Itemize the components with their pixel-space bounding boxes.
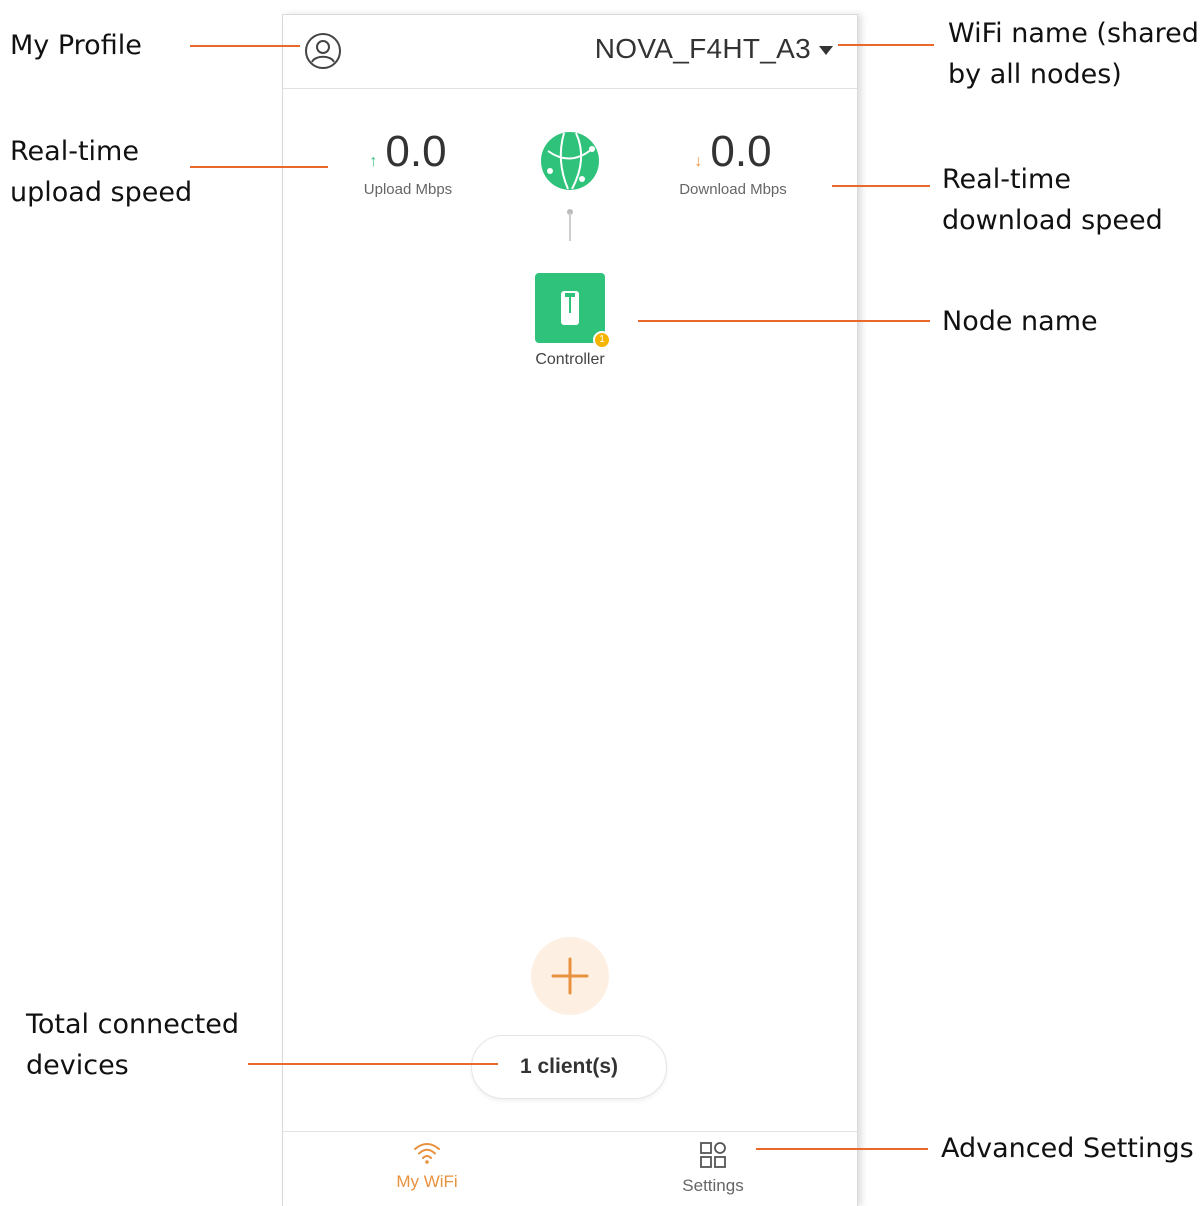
callout-wifi-name: WiFi name (shared by all nodes) [948, 13, 1199, 95]
link-line [569, 213, 571, 241]
callout-upload-line1: Real-time [10, 136, 139, 167]
tab-settings-label: Settings [682, 1176, 744, 1195]
callout-total-line1: Total connected [26, 1009, 240, 1040]
internet-globe-icon [541, 132, 599, 190]
callout-download: Real-time download speed [942, 159, 1163, 241]
arrow-up-icon: ↑ [369, 153, 378, 170]
callout-total-devices: Total connected devices [26, 1004, 239, 1086]
leader-advanced [756, 1148, 928, 1150]
add-node-button[interactable] [531, 937, 609, 1015]
leader-my-profile [190, 45, 300, 47]
chevron-down-icon [819, 45, 833, 55]
wifi-name: NOVA_F4HT_A3 [594, 33, 811, 64]
callout-node-name: Node name [942, 306, 1098, 337]
top-bar: NOVA_F4HT_A3 [283, 15, 857, 89]
tab-settings[interactable]: Settings [653, 1140, 773, 1196]
callout-wifi-name-line2: by all nodes) [948, 59, 1122, 90]
upload-speed-value: 0.0 [385, 127, 447, 176]
plus-icon [551, 957, 589, 995]
grid-icon [700, 1142, 726, 1168]
leader-node-name [638, 320, 930, 322]
tab-my-wifi[interactable]: My WiFi [367, 1140, 487, 1192]
callout-download-line2: download speed [942, 205, 1163, 236]
leader-wifi-name [838, 44, 934, 46]
leader-download [832, 185, 930, 187]
callout-upload-line2: upload speed [10, 177, 193, 208]
leader-total-devices [248, 1063, 498, 1065]
download-speed-label: Download Mbps [679, 181, 787, 198]
callout-upload: Real-time upload speed [10, 131, 192, 213]
clients-button[interactable]: 1 client(s) [471, 1035, 667, 1099]
bottom-tab-bar: My WiFi Settings [283, 1131, 857, 1206]
callout-total-line2: devices [26, 1050, 129, 1081]
node-badge: 1 [593, 331, 611, 349]
upload-speed: ↑ 0.0 Upload Mbps [343, 127, 473, 198]
node-name: Controller [535, 351, 605, 368]
callout-download-line1: Real-time [942, 164, 1071, 195]
node-controller[interactable]: 1 [535, 273, 611, 349]
callout-my-profile: My Profile [10, 30, 142, 61]
upload-speed-label: Upload Mbps [363, 181, 453, 198]
wifi-icon [414, 1143, 440, 1164]
router-icon [561, 291, 579, 325]
leader-upload [190, 166, 328, 168]
arrow-down-icon: ↓ [694, 153, 703, 170]
download-speed-value: 0.0 [710, 127, 772, 176]
phone-screen: NOVA_F4HT_A3 ↑ 0.0 Upload Mbps ↓ 0.0 Dow… [282, 14, 858, 1206]
tab-my-wifi-label: My WiFi [396, 1172, 458, 1191]
wifi-name-dropdown[interactable]: NOVA_F4HT_A3 [595, 33, 833, 65]
callout-advanced: Advanced Settings [941, 1133, 1194, 1164]
profile-icon[interactable] [303, 31, 343, 71]
callout-wifi-name-line1: WiFi name (shared [948, 18, 1199, 49]
download-speed: ↓ 0.0 Download Mbps [663, 127, 803, 198]
